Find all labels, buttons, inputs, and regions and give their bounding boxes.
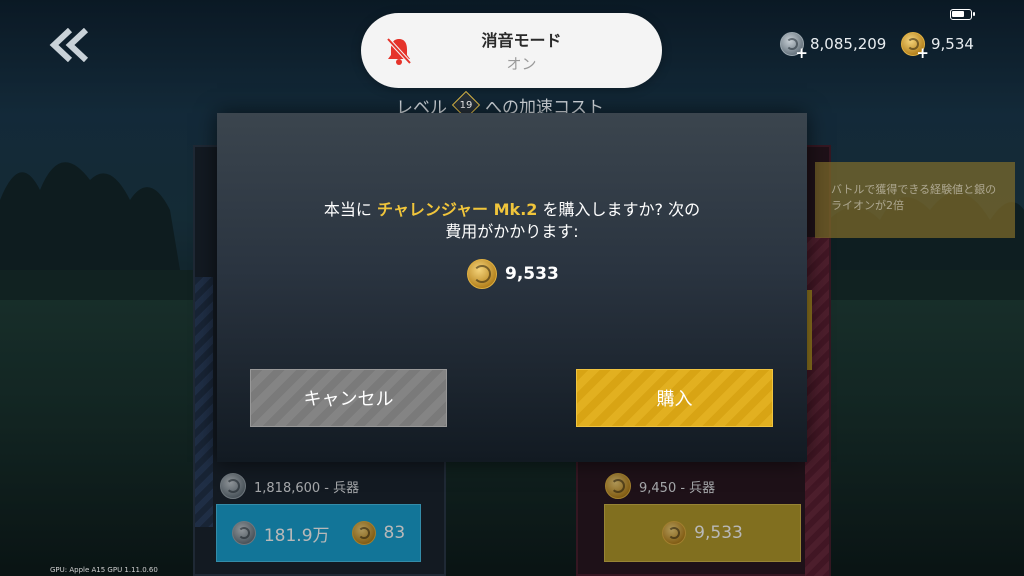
price-value: 9,533 [505, 264, 559, 284]
gpu-info: GPU: Apple A15 GPU 1.11.0.60 [50, 566, 158, 574]
level-number: 19 [459, 99, 473, 111]
silent-mode-notification: 消音モード オン [361, 13, 662, 88]
msg-part2: を購入しますか? 次の [537, 200, 701, 219]
vehicle-name: チャレンジャー Mk.2 [377, 200, 538, 219]
battery-icon [950, 9, 975, 20]
notification-subtitle: オン [506, 55, 537, 73]
silver-currency[interactable]: + 8,085,209 [780, 32, 887, 61]
buy-button[interactable]: 購入 [576, 369, 773, 427]
dialog-price: 9,533 [467, 259, 559, 289]
gold-lion-icon [467, 259, 497, 289]
silver-lion-add-icon: + [780, 32, 808, 61]
msg-part1: 本当に [323, 200, 378, 219]
notification-title: 消音モード [481, 31, 562, 50]
purchase-confirm-dialog: 本当に チャレンジャー Mk.2 を購入しますか? 次の 費用がかかります: 9… [217, 113, 807, 462]
back-chevrons-icon[interactable] [48, 28, 94, 62]
gold-lion-add-icon: + [901, 32, 929, 61]
dialog-message: 本当に チャレンジャー Mk.2 を購入しますか? 次の 費用がかかります: [217, 199, 807, 243]
silver-amount: 8,085,209 [810, 35, 887, 53]
gold-currency[interactable]: + 9,534 [901, 32, 974, 61]
gold-amount: 9,534 [931, 35, 974, 53]
msg-line2: 費用がかかります: [445, 222, 579, 241]
cancel-button[interactable]: キャンセル [250, 369, 447, 427]
